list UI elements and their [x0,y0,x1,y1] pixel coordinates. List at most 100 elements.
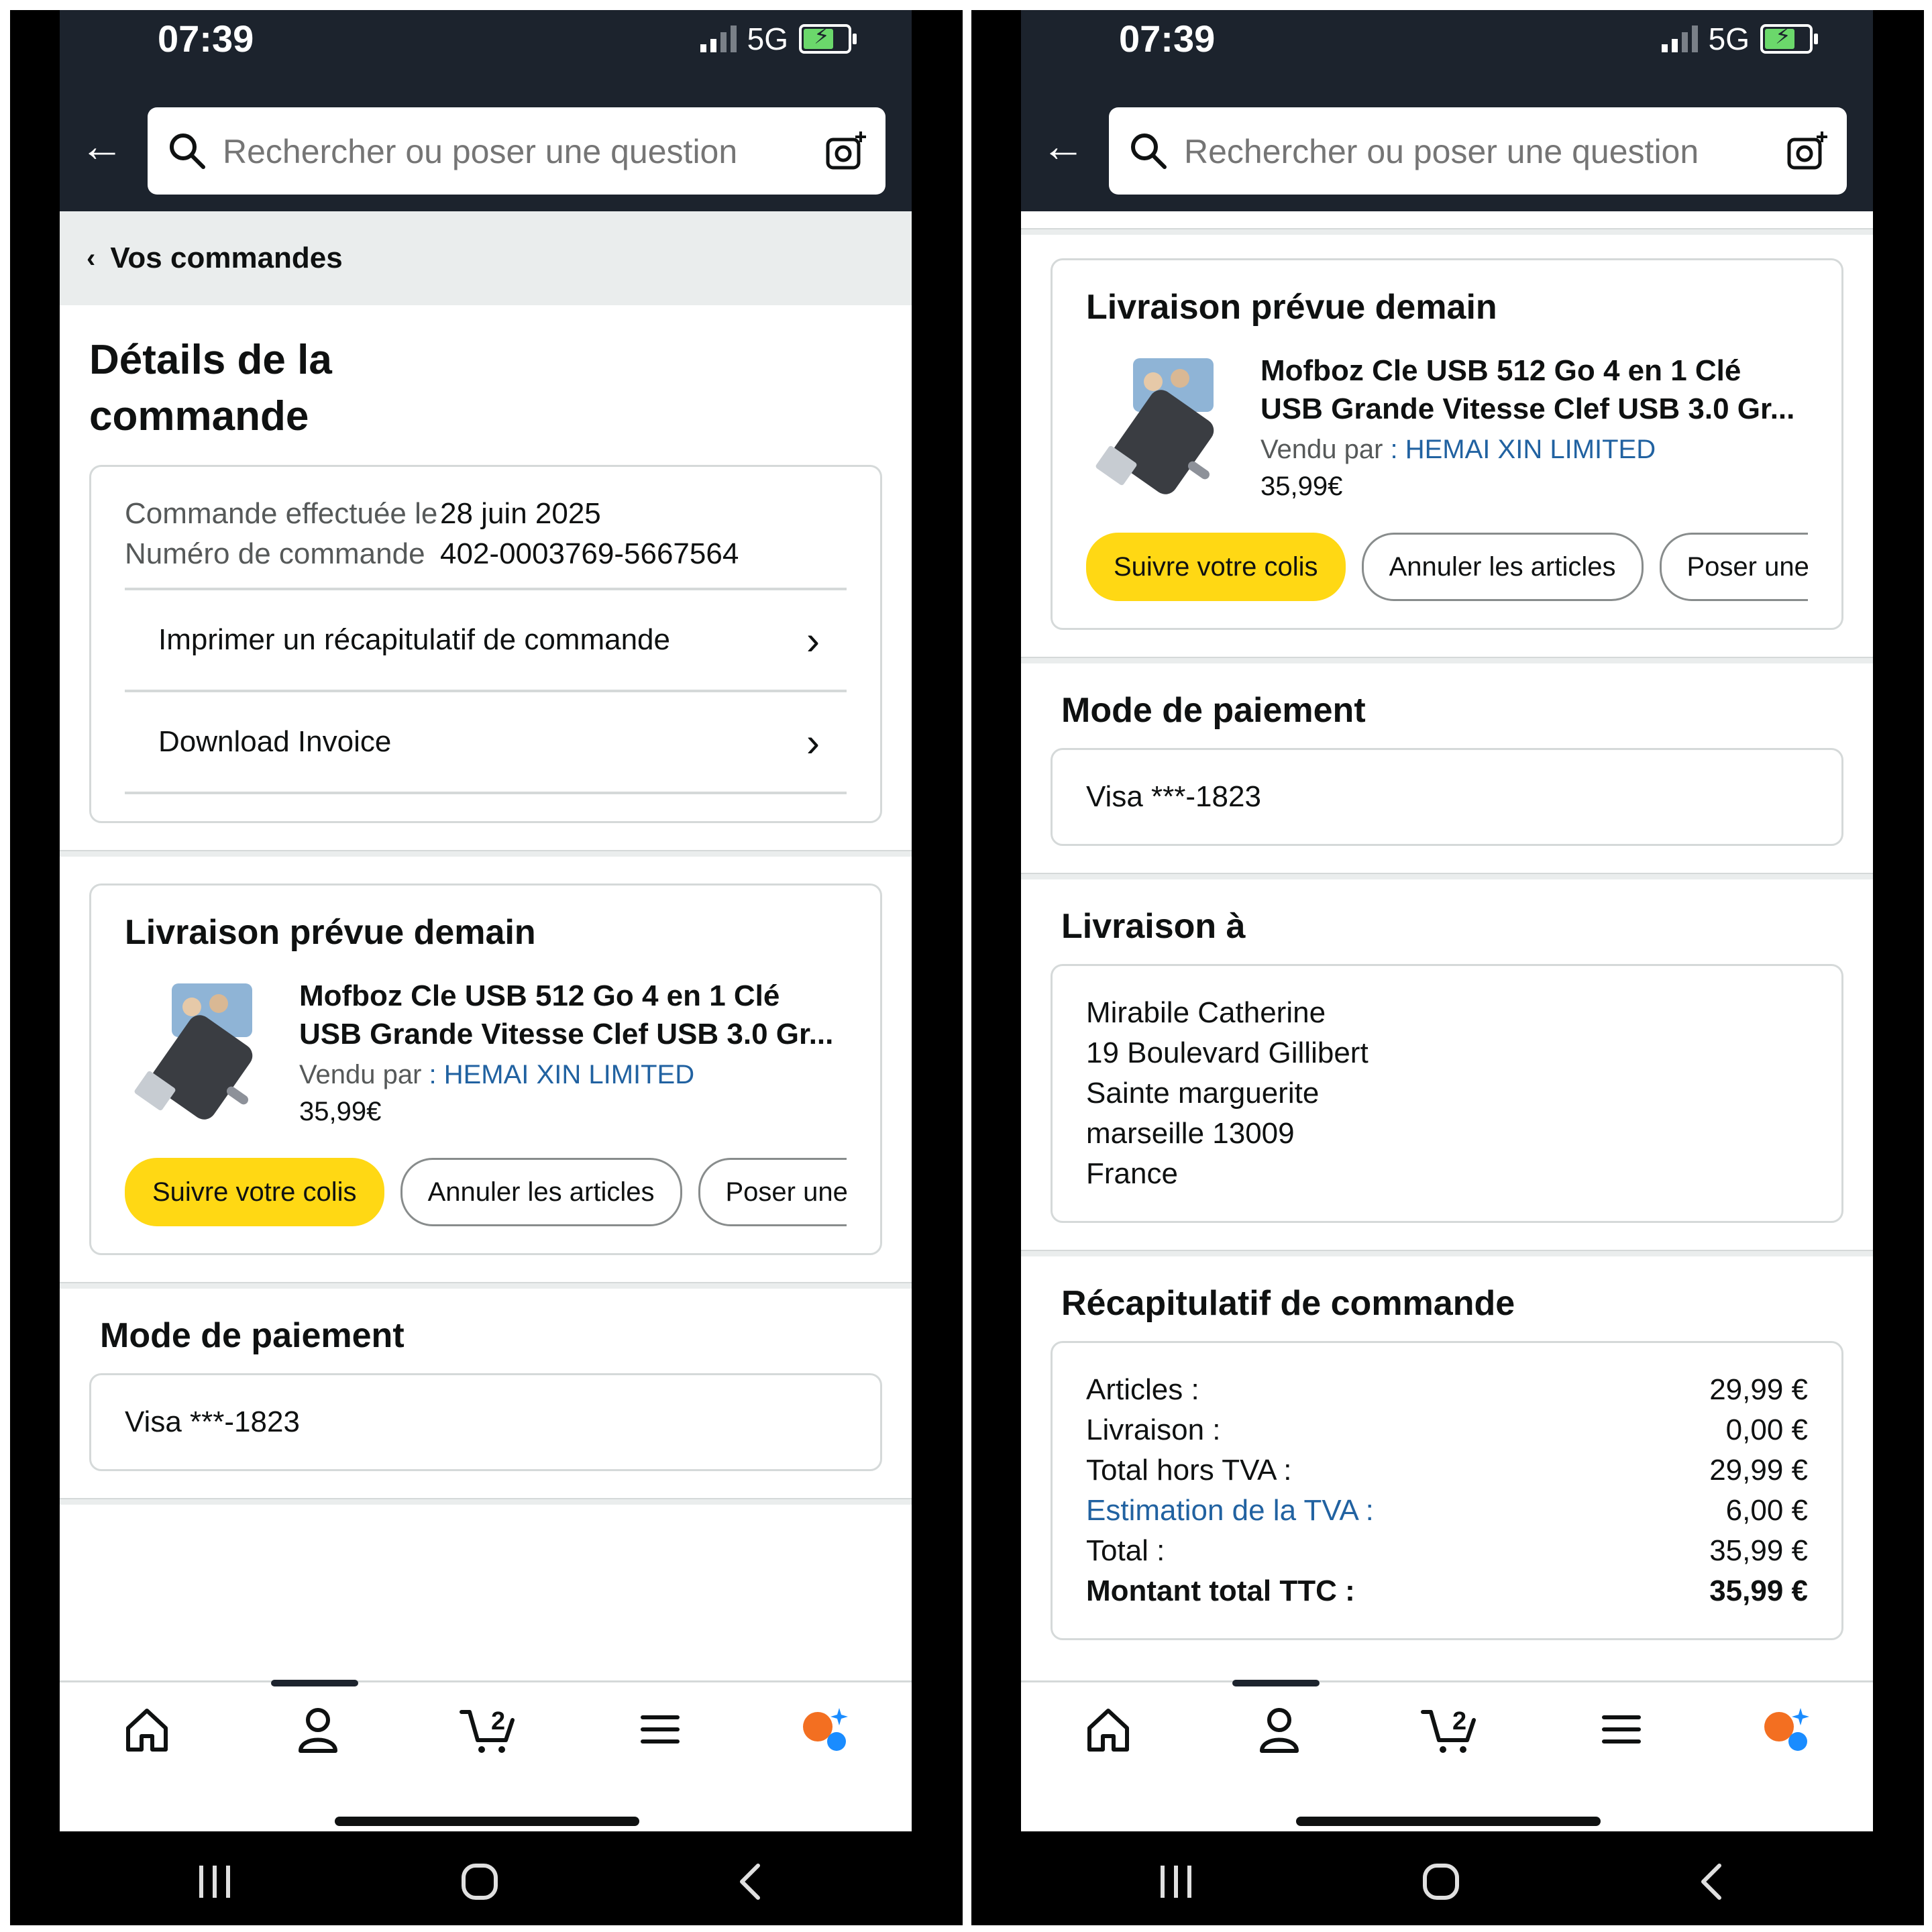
section-divider [1021,657,1873,663]
home-button-icon[interactable] [1421,1862,1461,1902]
back-arrow-icon[interactable]: ← [80,122,127,169]
item-price: 35,99€ [299,1097,382,1126]
signal-icon [700,25,737,52]
address-line: 19 Boulevard Gillibert [1086,1036,1368,1069]
home-indicator [335,1817,639,1826]
section-divider [1021,873,1873,879]
account-icon[interactable] [1252,1703,1306,1756]
section-divider [60,1498,912,1505]
order-number-label: Numéro de commande [125,537,425,570]
seller-link[interactable]: : HEMAI XIN LIMITED [429,1060,695,1089]
cart-count: 2 [1452,1707,1466,1735]
ask-question-button[interactable]: Poser une qu [698,1158,847,1226]
recent-apps-icon[interactable] [1156,1862,1196,1902]
payment-card: Visa ***-1823 [1051,748,1843,846]
assistant-icon[interactable] [798,1703,851,1756]
search-input[interactable] [1183,107,1762,196]
download-invoice-label: Download Invoice [158,725,392,758]
order-info-card: Commande effectuée le Numéro de commande… [89,465,882,823]
track-package-button[interactable]: Suivre votre colis [1086,533,1346,601]
status-bar: 07:39 5G ⚡ [1021,10,1873,94]
phone-screen: 07:39 5G ⚡ ← Livraison prévue demain [1021,10,1873,1831]
home-indicator [1296,1817,1601,1826]
vat-estimate-link[interactable]: Estimation de la TVA : [1086,1491,1374,1531]
breadcrumb[interactable]: ‹ Vos commandes [60,211,912,305]
network-label: 5G [1708,21,1750,56]
item-title[interactable]: Mofboz Cle USB 512 Go 4 en 1 Clé USB Gra… [299,977,836,1053]
seller-link[interactable]: : HEMAI XIN LIMITED [1391,435,1656,464]
order-values: 28 juin 2025 402-0003769-5667564 [440,494,739,574]
summary-value: 35,99 € [1709,1534,1808,1567]
product-image[interactable] [125,977,272,1131]
summary-label: Montant total TTC : [1086,1574,1355,1607]
section-divider [60,850,912,857]
menu-icon[interactable] [633,1703,687,1756]
item-details: Mofboz Cle USB 512 Go 4 en 1 Clé USB Gra… [1260,352,1797,506]
payment-method: Visa ***-1823 [125,1405,300,1438]
menu-icon[interactable] [1595,1703,1648,1756]
cart-count: 2 [491,1707,505,1735]
item-row: Mofboz Cle USB 512 Go 4 en 1 Clé USB Gra… [125,977,847,1131]
search-header: ← [60,94,912,211]
cart-icon[interactable]: 2 [1420,1703,1481,1756]
summary-label: Total hors TVA : [1086,1454,1292,1487]
sold-by-label: Vendu par [299,1060,422,1089]
item-title[interactable]: Mofboz Cle USB 512 Go 4 en 1 Clé USB Gra… [1260,352,1797,428]
status-icons: 5G ⚡ [700,21,857,57]
system-nav-bar [10,1831,963,1925]
payment-heading: Mode de paiement [100,1316,405,1355]
summary-row: Livraison : 0,00 € [1086,1410,1808,1450]
left-screenshot: 07:39 5G ⚡ ← ‹ Vos commandes Détails de l… [10,10,963,1925]
download-invoice-link[interactable]: Download Invoice › [125,690,847,794]
ask-question-button[interactable]: Poser une qu [1659,533,1808,601]
action-buttons: Suivre votre colis Annuler les articles … [1086,533,1808,601]
home-icon[interactable] [1081,1703,1135,1756]
back-button-icon[interactable] [1693,1862,1733,1902]
recent-apps-icon[interactable] [195,1862,235,1902]
summary-label: Total : [1086,1534,1165,1567]
summary-value: 29,99 € [1709,1454,1808,1487]
summary-row: Estimation de la TVA : 6,00 € [1086,1491,1808,1531]
print-summary-label: Imprimer un récapitulatif de commande [158,623,670,656]
product-image[interactable] [1086,352,1234,506]
cart-icon[interactable]: 2 [459,1703,519,1756]
chevron-right-icon: › [806,617,820,663]
search-box[interactable] [148,107,885,196]
payment-card: Visa ***-1823 [89,1373,882,1471]
track-package-button[interactable]: Suivre votre colis [125,1158,384,1226]
search-box[interactable] [1109,107,1847,196]
tab-indicator [271,1680,358,1686]
battery-icon: ⚡ [799,23,857,54]
home-button-icon[interactable] [460,1862,500,1902]
cancel-items-button[interactable]: Annuler les articles [1361,533,1644,601]
bottom-tab-bar: 2 [60,1680,912,1831]
assistant-icon[interactable] [1759,1703,1813,1756]
item-details: Mofboz Cle USB 512 Go 4 en 1 Clé USB Gra… [299,977,836,1131]
cancel-items-button[interactable]: Annuler les articles [400,1158,682,1226]
page-title: Détails de la commande [89,337,332,439]
sold-by: Vendu par : HEMAI XIN LIMITED [299,1060,836,1090]
back-arrow-icon[interactable]: ← [1041,122,1088,169]
bottom-tab-bar: 2 [1021,1680,1873,1831]
camera-search-icon[interactable] [1785,129,1829,173]
account-icon[interactable] [291,1703,345,1756]
order-date-value: 28 juin 2025 [440,497,601,530]
page-content: ‹ Vos commandes Détails de la commande Co… [60,211,912,1680]
back-button-icon[interactable] [731,1862,771,1902]
address-line: Mirabile Catherine [1086,996,1326,1029]
sold-by: Vendu par : HEMAI XIN LIMITED [1260,435,1797,465]
summary-value: 6,00 € [1725,1494,1808,1527]
status-time: 07:39 [1119,17,1216,60]
address-line: marseille 13009 [1086,1117,1295,1150]
camera-search-icon[interactable] [824,129,868,173]
search-input[interactable] [221,107,801,196]
summary-value: 35,99 € [1709,1574,1808,1607]
phone-screen: 07:39 5G ⚡ ← ‹ Vos commandes Détails de l… [60,10,912,1831]
network-label: 5G [747,21,788,56]
print-summary-link[interactable]: Imprimer un récapitulatif de commande › [125,588,847,690]
breadcrumb-label: Vos commandes [110,241,343,274]
page-content: Livraison prévue demain Mofboz Cle USB 5… [1021,211,1873,1680]
summary-total-row: Montant total TTC : 35,99 € [1086,1571,1808,1611]
home-icon[interactable] [120,1703,174,1756]
sold-by-label: Vendu par [1260,435,1383,464]
